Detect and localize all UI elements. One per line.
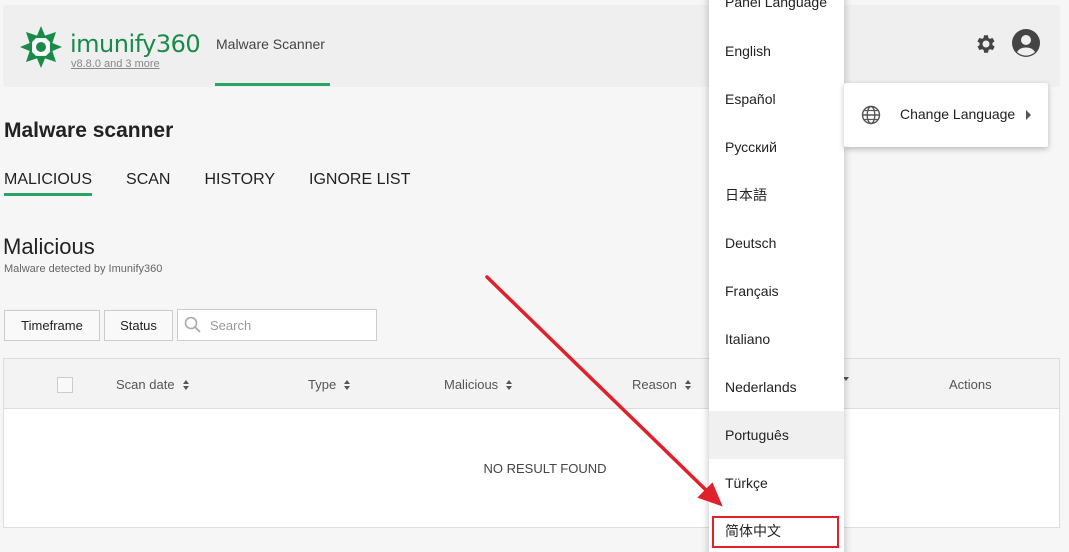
- language-option-french[interactable]: Français: [709, 267, 844, 315]
- search-input[interactable]: Search: [177, 309, 377, 341]
- results-table: Scan date Type Malicious Reason Actions …: [3, 358, 1060, 528]
- tab-ignore-list[interactable]: IGNORE LIST: [309, 171, 410, 196]
- tab-malicious[interactable]: MALICIOUS: [4, 171, 93, 196]
- column-type[interactable]: Type: [308, 377, 351, 392]
- language-dropdown: Panel Language English Español Русский 日…: [709, 0, 844, 552]
- language-menu-header: Panel Language: [725, 0, 827, 10]
- column-actions: Actions: [949, 377, 992, 392]
- language-option-portuguese[interactable]: Português: [709, 411, 844, 459]
- tab-scan[interactable]: SCAN: [126, 171, 170, 196]
- language-option-german[interactable]: Deutsch: [709, 219, 844, 267]
- language-option-italian[interactable]: Italiano: [709, 315, 844, 363]
- column-scan-date[interactable]: Scan date: [116, 377, 189, 392]
- timeframe-button[interactable]: Timeframe: [4, 310, 100, 341]
- column-label: Type: [308, 377, 337, 392]
- language-option-english[interactable]: English: [709, 27, 844, 75]
- brand-name: imunify360: [70, 30, 201, 58]
- column-label: Malicious: [444, 377, 499, 392]
- nav-tab-malware-scanner[interactable]: Malware Scanner: [216, 36, 325, 52]
- table-header: Scan date Type Malicious Reason Actions: [4, 359, 1059, 409]
- column-label: Reason: [632, 377, 677, 392]
- sort-icon: [506, 379, 513, 390]
- column-reason[interactable]: Reason: [632, 377, 691, 392]
- imunify-logo-icon: [20, 26, 62, 68]
- sort-icon: [684, 379, 691, 390]
- column-label: Scan date: [116, 377, 175, 392]
- nav-tab-indicator: [215, 83, 330, 86]
- tab-bar: MALICIOUS SCAN HISTORY IGNORE LIST: [4, 171, 444, 196]
- section-title: Malicious: [3, 234, 95, 259]
- user-avatar-icon[interactable]: [1012, 29, 1040, 57]
- status-button[interactable]: Status: [104, 310, 173, 341]
- language-option-spanish[interactable]: Español: [709, 75, 844, 123]
- search-placeholder: Search: [210, 317, 252, 333]
- language-option-japanese[interactable]: 日本語: [709, 171, 844, 219]
- page-title: Malware scanner: [4, 119, 174, 142]
- version-link[interactable]: v8.8.0 and 3 more: [71, 58, 160, 70]
- sort-icon: [182, 379, 189, 390]
- select-all-checkbox[interactable]: [57, 377, 73, 393]
- sort-icon: [344, 379, 351, 390]
- search-icon: [184, 316, 201, 333]
- globe-icon: [861, 105, 881, 125]
- submenu-caret-icon: [1026, 110, 1031, 120]
- language-option-dutch[interactable]: Nederlands: [709, 363, 844, 411]
- gear-icon[interactable]: [974, 32, 998, 56]
- top-bar: imunify360 v8.8.0 and 3 more Malware Sca…: [3, 5, 1060, 87]
- language-option-russian[interactable]: Русский: [709, 123, 844, 171]
- empty-state: NO RESULT FOUND: [483, 461, 607, 476]
- tab-history[interactable]: HISTORY: [204, 171, 275, 196]
- section-subtitle: Malware detected by Imunify360: [4, 263, 163, 275]
- column-malicious[interactable]: Malicious: [444, 377, 513, 392]
- change-language-menu-item[interactable]: Change Language: [900, 106, 1015, 122]
- column-label: Actions: [949, 377, 992, 392]
- language-option-turkish[interactable]: Türkçe: [709, 459, 844, 507]
- annotation-highlight-box: [712, 516, 839, 548]
- settings-context-menu: Change Language: [844, 83, 1048, 147]
